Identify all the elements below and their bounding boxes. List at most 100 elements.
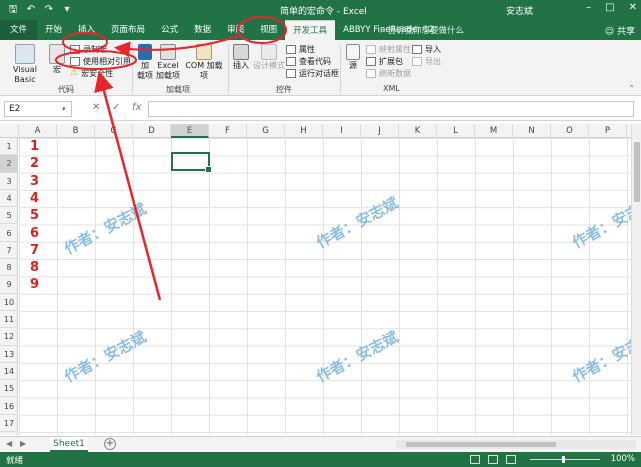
cancel-icon[interactable]: ✕ (92, 102, 100, 113)
refresh-data-button[interactable]: 刷新数据 (366, 68, 411, 79)
tab-insert[interactable]: 插入 (70, 20, 103, 40)
name-box-dropdown-icon[interactable]: ▾ (62, 105, 66, 113)
column-header[interactable]: I (323, 124, 361, 138)
normal-view-icon[interactable] (470, 455, 480, 464)
tab-data[interactable]: 数据 (186, 20, 219, 40)
sheet-tab-sheet1[interactable]: Sheet1 (50, 437, 88, 452)
tab-review[interactable]: 审阅 (219, 20, 252, 40)
cell-value[interactable]: 2 (30, 156, 39, 171)
column-header[interactable]: M (475, 124, 513, 138)
tab-page-layout[interactable]: 页面布局 (103, 20, 153, 40)
page-break-view-icon[interactable] (506, 455, 516, 464)
cell-value[interactable]: 8 (30, 260, 39, 275)
cell-value[interactable]: 4 (30, 191, 39, 206)
cell-value[interactable]: 9 (30, 277, 39, 292)
prev-sheet-icon[interactable]: ◀ (6, 439, 12, 448)
next-sheet-icon[interactable]: ▶ (20, 439, 26, 448)
xml-source-button[interactable]: 源 (344, 44, 362, 71)
tab-file[interactable]: 文件 (0, 20, 38, 40)
cell-value[interactable]: 1 (30, 139, 39, 154)
row-header[interactable]: 3 (0, 173, 18, 190)
insert-control-button[interactable]: 插入 (231, 44, 251, 71)
column-header[interactable]: O (551, 124, 589, 138)
row-header[interactable]: 15 (0, 380, 18, 398)
xml-export-button[interactable]: 导出 (412, 56, 441, 67)
record-macro-button[interactable]: 录制宏 (70, 44, 107, 55)
tab-formulas[interactable]: 公式 (153, 20, 186, 40)
select-all-corner[interactable] (0, 124, 19, 138)
row-header[interactable]: 11 (0, 311, 18, 329)
row-header[interactable]: 13 (0, 346, 18, 363)
row-header[interactable]: 16 (0, 398, 18, 415)
minimize-icon[interactable]: – (586, 2, 591, 13)
column-header[interactable]: L (437, 124, 475, 138)
customize-icon[interactable]: ▾ (60, 4, 74, 16)
user-name[interactable]: 安志斌 (506, 4, 533, 17)
selected-cell-e2[interactable] (171, 152, 212, 173)
tab-home[interactable]: 开始 (37, 20, 70, 40)
expansion-packs-button[interactable]: 扩展包 (366, 56, 403, 67)
visual-basic-button[interactable]: Visual Basic (4, 44, 46, 85)
xml-import-button[interactable]: 导入 (412, 44, 441, 55)
undo-icon[interactable]: ↶ (24, 4, 38, 16)
row-header[interactable]: 4 (0, 190, 18, 208)
row-header[interactable]: 14 (0, 363, 18, 381)
addins-button[interactable]: 加 载项 (136, 44, 154, 81)
enter-icon[interactable]: ✓ (112, 102, 120, 113)
vertical-scrollbar[interactable] (631, 124, 641, 435)
row-header[interactable]: 1 (0, 138, 18, 156)
scroll-thumb[interactable] (406, 442, 556, 447)
macros-button[interactable]: 宏 (48, 44, 66, 75)
properties-button[interactable]: 属性 (286, 44, 315, 55)
column-header[interactable]: G (247, 124, 285, 138)
redo-icon[interactable]: ↷ (42, 4, 56, 16)
column-header[interactable]: C (95, 124, 133, 138)
run-dialog-button[interactable]: 运行对话框 (286, 68, 339, 79)
row-header[interactable]: 12 (0, 328, 18, 346)
use-relative-references-button[interactable]: 使用相对引用 (70, 56, 131, 67)
row-header[interactable]: 8 (0, 259, 18, 277)
column-header[interactable]: E (171, 124, 209, 138)
cell-value[interactable]: 3 (30, 174, 39, 189)
insert-function-icon[interactable]: fx (132, 102, 141, 113)
column-header[interactable]: H (285, 124, 323, 138)
column-header[interactable]: K (399, 124, 437, 138)
cell-value[interactable]: 5 (30, 208, 39, 223)
excel-addins-button[interactable]: Excel 加载项 (156, 44, 180, 81)
row-header[interactable]: 7 (0, 242, 18, 260)
column-header[interactable]: F (209, 124, 247, 138)
column-header[interactable]: D (133, 124, 171, 138)
save-icon[interactable]: 🖫 (6, 4, 20, 16)
cell-value[interactable]: 7 (30, 243, 39, 258)
tell-me-box[interactable]: ⌕ 告诉我你想要做什么 (380, 24, 464, 36)
row-header[interactable]: 9 (0, 276, 18, 294)
row-header[interactable]: 6 (0, 225, 18, 242)
com-addins-button[interactable]: COM 加载项 (182, 44, 226, 81)
zoom-slider[interactable] (530, 456, 600, 463)
column-header[interactable]: J (361, 124, 399, 138)
column-header[interactable]: A (19, 124, 57, 138)
column-header[interactable]: P (589, 124, 627, 138)
map-properties-button[interactable]: 映射属性 (366, 44, 411, 55)
share-button[interactable]: ☺ 共享 (605, 24, 635, 37)
horizontal-scrollbar[interactable] (396, 440, 636, 449)
restore-icon[interactable]: □ (605, 2, 614, 13)
row-header[interactable]: 5 (0, 207, 18, 225)
macro-security-button[interactable]: ⚠ 宏安全性 (70, 68, 113, 79)
row-header[interactable]: 17 (0, 415, 18, 433)
page-layout-view-icon[interactable] (488, 455, 498, 464)
scroll-thumb[interactable] (634, 142, 640, 202)
add-sheet-button[interactable]: + (104, 438, 116, 450)
collapse-ribbon-icon[interactable]: ⌃ (628, 84, 635, 93)
cell-value[interactable]: 6 (30, 226, 39, 241)
formula-input[interactable] (148, 101, 634, 117)
zoom-level[interactable]: 100% (611, 454, 635, 464)
tab-developer[interactable]: 开发工具 (285, 20, 336, 40)
row-header[interactable]: 10 (0, 294, 18, 311)
cell-area[interactable] (19, 138, 637, 435)
close-icon[interactable]: ✕ (629, 2, 637, 13)
column-header[interactable]: N (513, 124, 551, 138)
design-mode-button[interactable]: 设计模式 (253, 44, 285, 71)
tab-view[interactable]: 视图 (252, 20, 285, 40)
column-header[interactable]: B (57, 124, 95, 138)
